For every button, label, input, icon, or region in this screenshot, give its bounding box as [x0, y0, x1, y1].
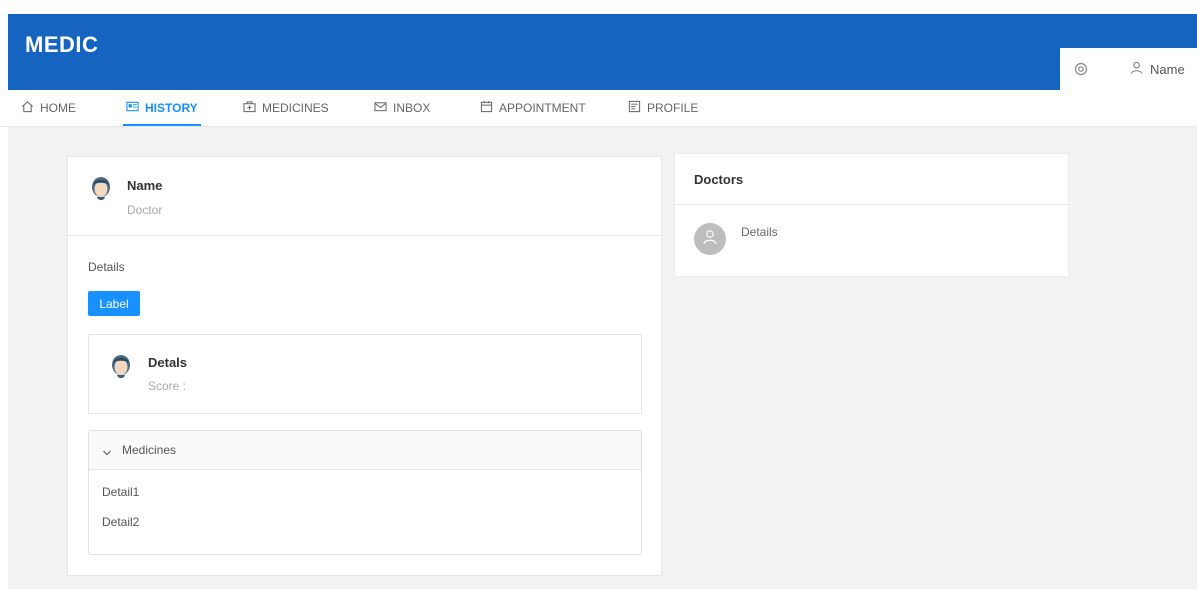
gear-icon[interactable]	[1073, 61, 1089, 77]
calendar-icon	[480, 100, 493, 116]
tab-label: HISTORY	[145, 101, 198, 115]
doctor-details: Details	[741, 225, 778, 239]
user-icon	[702, 229, 718, 250]
header-actions: Name	[1060, 48, 1197, 90]
doctors-card-header: Doctors	[675, 154, 1068, 205]
tab-appointment[interactable]: APPOINTMENT	[480, 90, 586, 126]
content-area: Name Doctor Details Label Detals Score :…	[8, 127, 1197, 589]
medicines-collapse-header[interactable]: Medicines	[89, 431, 641, 470]
chevron-down-icon	[102, 445, 112, 456]
mail-icon	[374, 100, 387, 116]
tab-medicines[interactable]: MEDICINES	[243, 90, 329, 126]
profile-icon	[628, 100, 641, 116]
avatar	[90, 176, 112, 202]
tab-label: INBOX	[393, 101, 431, 115]
medicine-box-icon	[243, 100, 256, 116]
details-label: Details	[88, 260, 125, 274]
avatar	[110, 354, 132, 380]
tab-home[interactable]: HOME	[21, 90, 76, 126]
medicines-title: Medicines	[122, 443, 177, 457]
doctors-title: Doctors	[694, 171, 744, 187]
avatar	[694, 223, 726, 255]
tab-label: APPOINTMENT	[499, 101, 586, 115]
tab-label: HOME	[40, 101, 76, 115]
tab-inbox[interactable]: INBOX	[374, 90, 430, 126]
card-description: Doctor	[127, 203, 163, 217]
label-button[interactable]: Label	[88, 291, 140, 316]
main-nav: HOME HISTORY MEDICINES INBOX APPOINTMENT…	[0, 90, 1197, 127]
score-label: Score :	[148, 379, 187, 393]
medicines-collapse: Medicines Detail1 Detail2	[88, 430, 642, 555]
user-menu-button[interactable]: Name	[1130, 61, 1185, 77]
app-title: MEDIC	[25, 32, 99, 57]
history-card: Name Doctor Details Label Detals Score :…	[67, 156, 662, 576]
user-name: Name	[1150, 61, 1185, 77]
user-icon	[1130, 61, 1143, 77]
card-title: Name	[127, 178, 163, 193]
tab-label: PROFILE	[647, 101, 699, 115]
card-meta: Name Doctor	[68, 157, 661, 236]
home-icon	[21, 100, 34, 116]
tab-history[interactable]: HISTORY	[123, 90, 201, 126]
list-item: Detail2	[102, 515, 140, 529]
detail-title: Detals	[148, 355, 188, 370]
detail-card: Detals Score :	[88, 334, 642, 414]
list-item: Detail1	[102, 485, 140, 499]
app-header: MEDIC	[8, 14, 1197, 90]
id-card-icon	[126, 100, 139, 116]
tab-label: MEDICINES	[262, 101, 329, 115]
tab-profile[interactable]: PROFILE	[628, 90, 698, 126]
doctors-card: Doctors Details	[674, 153, 1069, 277]
